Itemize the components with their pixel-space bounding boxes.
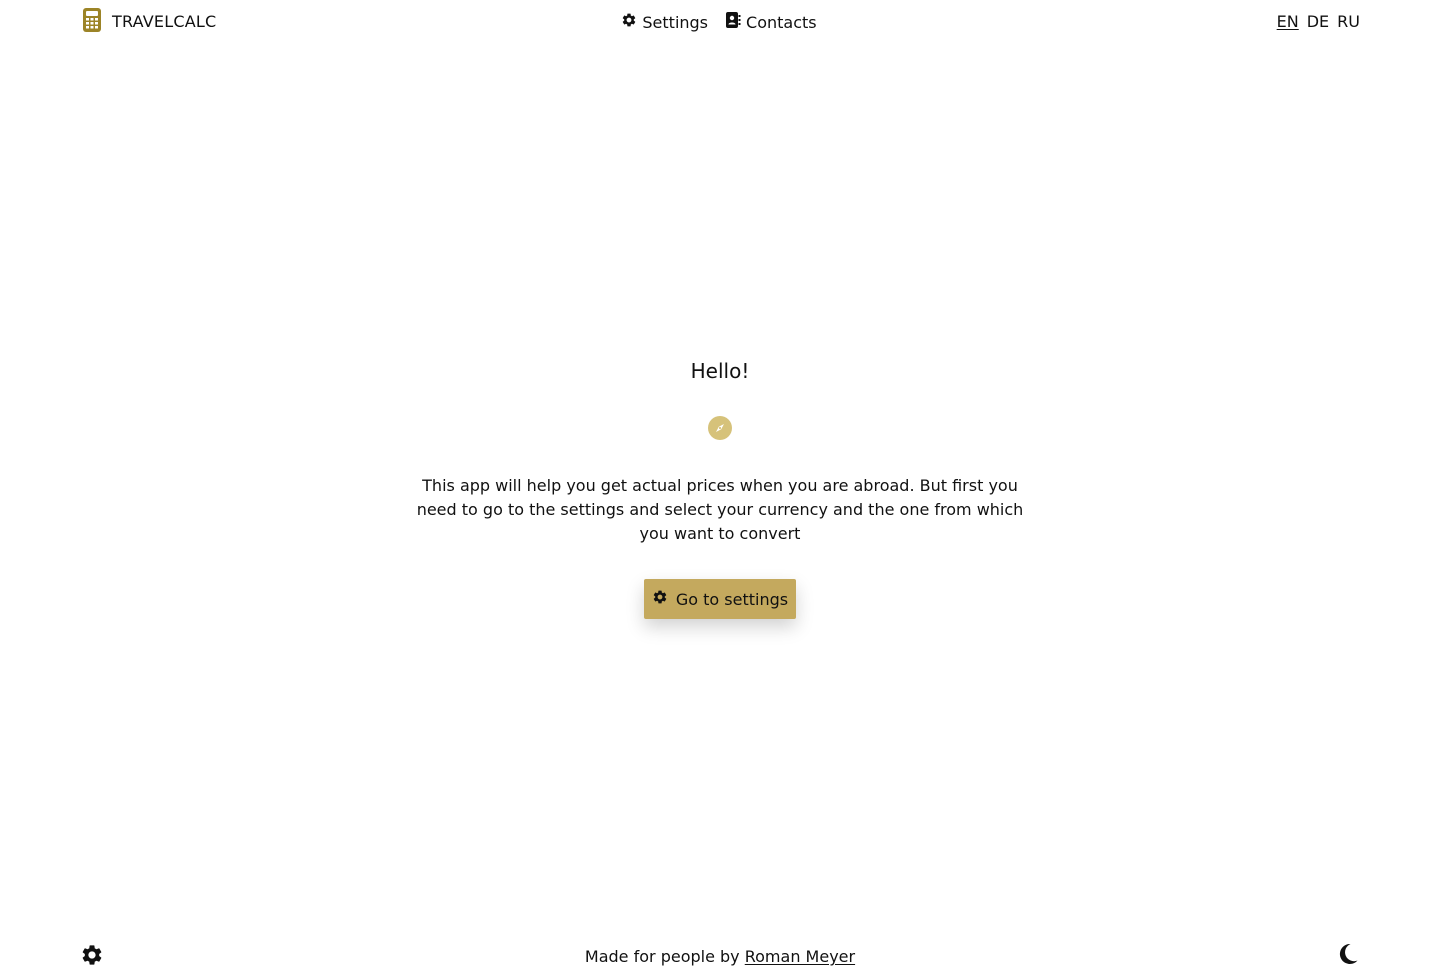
nav-contacts[interactable]: Contacts	[726, 12, 819, 33]
brand-title: TRAVELCALC	[112, 12, 217, 31]
footer-credit: Made for people by Roman Meyer	[0, 947, 1440, 967]
lang-en[interactable]: EN	[1277, 12, 1299, 32]
gear-icon	[621, 12, 637, 33]
header: TRAVELCALC Settings Contacts EN DE RU	[0, 0, 1440, 44]
main-content: Hello! This app will help you get actual…	[0, 356, 1440, 619]
intro-description: This app will help you get actual prices…	[416, 476, 1024, 543]
greeting-heading: Hello!	[690, 359, 750, 383]
footer-credit-prefix: Made for people by	[584, 947, 740, 966]
nav-contacts-label: Contacts	[746, 12, 817, 32]
language-switcher: EN DE RU	[1277, 12, 1360, 32]
author-link[interactable]: Roman Meyer	[745, 947, 855, 966]
page: TRAVELCALC Settings Contacts EN DE RU He…	[0, 0, 1440, 980]
moon-icon[interactable]	[1338, 943, 1358, 969]
calculator-icon	[83, 8, 101, 36]
nav-settings[interactable]: Settings	[621, 12, 710, 33]
lang-de[interactable]: DE	[1307, 12, 1329, 32]
footer: Made for people by Roman Meyer	[0, 940, 1440, 974]
address-book-icon	[726, 12, 741, 33]
go-to-settings-label: Go to settings	[675, 589, 789, 609]
brand-link[interactable]: TRAVELCALC	[83, 8, 216, 36]
gear-icon	[652, 589, 668, 609]
compass-icon	[708, 416, 732, 440]
nav-settings-label: Settings	[642, 12, 709, 32]
go-to-settings-button[interactable]: Go to settings	[643, 579, 797, 619]
lang-ru[interactable]: RU	[1337, 12, 1360, 32]
